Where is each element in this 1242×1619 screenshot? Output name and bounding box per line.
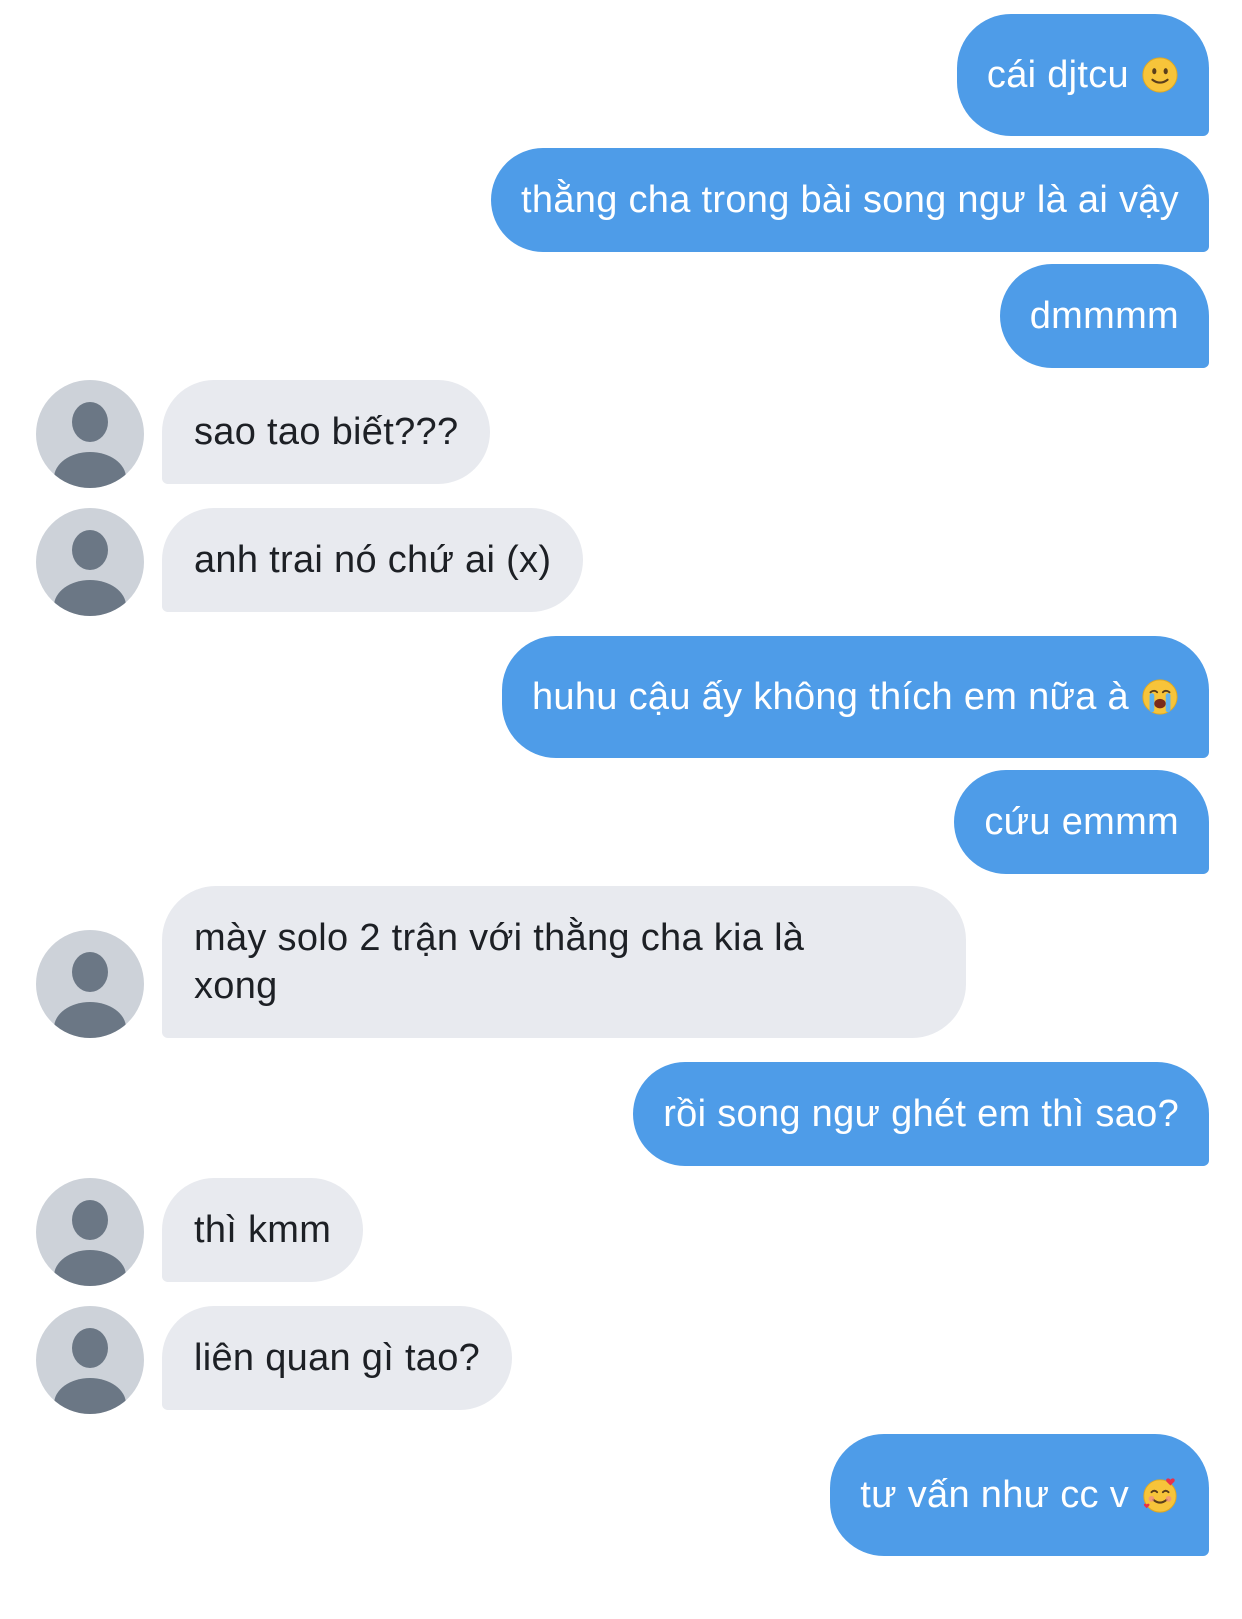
message-incoming[interactable]: thì kmm <box>162 1178 364 1282</box>
person-icon <box>54 1200 126 1286</box>
loudly-crying-face-icon <box>1142 679 1178 715</box>
slightly-smiling-face-icon <box>1142 57 1178 93</box>
message-outgoing[interactable]: huhu cậu ấy không thích em nữa à <box>502 636 1209 758</box>
avatar[interactable] <box>36 930 144 1038</box>
message-incoming[interactable]: anh trai nó chứ ai (x) <box>162 508 584 612</box>
message-text: thằng cha trong bài song ngư là ai vậy <box>521 179 1179 221</box>
person-icon <box>54 402 126 488</box>
message-text: huhu cậu ấy không thích em nữa à <box>532 676 1129 718</box>
message-text: tư vấn như cc v <box>860 1474 1129 1516</box>
message-text: anh trai nó chứ ai (x) <box>194 539 552 581</box>
person-icon <box>54 530 126 616</box>
message-outgoing[interactable]: cái djtcu <box>956 14 1209 136</box>
message-text: mày solo 2 trận với thằng cha kia là xon… <box>194 917 805 1007</box>
smiling-face-with-hearts-icon <box>1143 1478 1177 1513</box>
message-incoming[interactable]: liên quan gì tao? <box>162 1306 513 1410</box>
avatar[interactable] <box>36 380 144 488</box>
avatar[interactable] <box>36 1178 144 1286</box>
avatar[interactable] <box>36 1306 144 1414</box>
message-outgoing[interactable]: tư vấn như cc v <box>830 1434 1209 1556</box>
message-text: rồi song ngư ghét em thì sao? <box>663 1093 1179 1135</box>
message-text: cứu emmm <box>984 801 1179 843</box>
person-icon <box>54 1328 126 1414</box>
message-incoming[interactable]: mày solo 2 trận với thằng cha kia là xon… <box>162 886 966 1038</box>
message-text: cái djtcu <box>986 54 1129 96</box>
message-outgoing[interactable]: thằng cha trong bài song ngư là ai vậy <box>491 148 1209 252</box>
message-text: dmmmm <box>1029 295 1179 337</box>
message-incoming[interactable]: sao tao biết??? <box>162 380 491 484</box>
message-outgoing[interactable]: rồi song ngư ghét em thì sao? <box>633 1062 1209 1166</box>
message-outgoing[interactable]: cứu emmm <box>954 770 1209 874</box>
chat-thread: cái djtcu thằng cha trong bài song ngư l… <box>0 0 1242 1619</box>
person-icon <box>54 952 126 1038</box>
message-outgoing[interactable]: dmmmm <box>999 264 1209 368</box>
message-text: sao tao biết??? <box>194 411 459 453</box>
message-text: thì kmm <box>194 1209 332 1251</box>
avatar[interactable] <box>36 508 144 616</box>
message-text: liên quan gì tao? <box>194 1337 481 1379</box>
